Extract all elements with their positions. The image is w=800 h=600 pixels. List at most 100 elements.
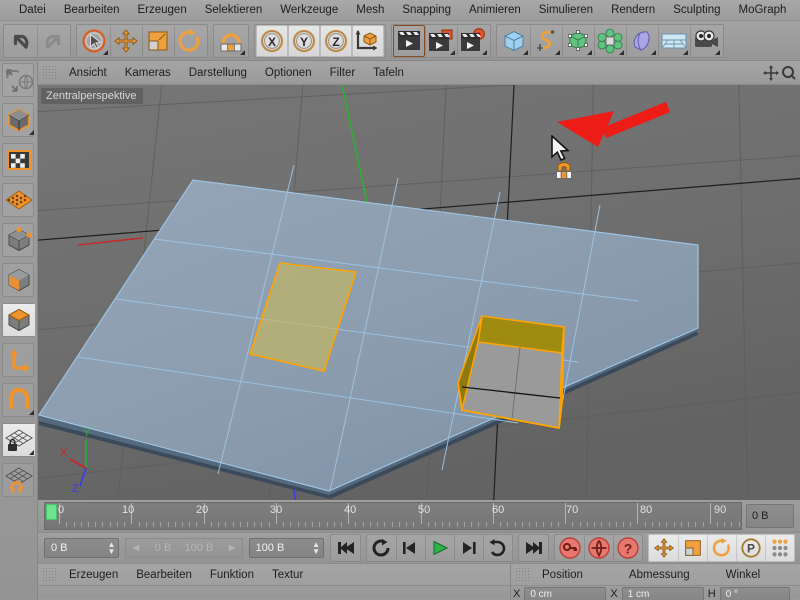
snapping-button[interactable] (215, 25, 247, 57)
move-tool-button[interactable] (110, 24, 142, 57)
step-forward-button[interactable] (454, 535, 483, 561)
menu-item-sculpting[interactable]: Sculpting (664, 0, 729, 20)
spline-button[interactable] (530, 24, 562, 57)
key-selection-button[interactable]: ? (613, 535, 642, 561)
menu-item-animieren[interactable]: Animieren (460, 0, 530, 20)
svg-text:X: X (268, 35, 276, 49)
polygons-mode-button[interactable] (3, 304, 35, 336)
play-button[interactable] (425, 535, 454, 561)
viewport-menu-optionen[interactable]: Optionen (256, 67, 321, 79)
viewport-menu-ansicht[interactable]: Ansicht (60, 67, 116, 79)
menu-item-erzeugen[interactable]: Erzeugen (128, 0, 195, 20)
edges-mode-button[interactable] (3, 224, 35, 256)
3d-viewport[interactable]: Zentralperspektive Y X Z (38, 85, 800, 500)
menu-item-werkzeuge[interactable]: Werkzeuge (271, 0, 347, 20)
timeline-tick (456, 522, 458, 527)
select-tool-button[interactable] (78, 25, 110, 57)
material-manager-body[interactable] (38, 585, 510, 599)
redo-button[interactable] (37, 24, 69, 57)
current-time-field[interactable]: 0 B ▲ ▼ (44, 538, 120, 558)
render-settings-button[interactable] (457, 24, 489, 57)
viewport-menu-tafeln[interactable]: Tafeln (364, 67, 413, 79)
timeline-current-field[interactable]: 0 B (746, 504, 794, 528)
coord-angle-h-input[interactable]: 0 ° (719, 586, 790, 600)
material-menu-bearbeiten[interactable]: Bearbeiten (127, 569, 201, 581)
go-to-end-button[interactable] (519, 535, 548, 561)
coord-size-x-input[interactable]: 1 cm (621, 586, 704, 600)
left-toolbar (0, 61, 38, 600)
axis-modify-button[interactable] (3, 344, 35, 376)
timeline-ruler[interactable]: 0 10 20 30 40 50 60 70 80 90 100 (44, 502, 742, 530)
spinner-arrows-icon[interactable]: ▲ ▼ (102, 541, 116, 556)
zoom-view-icon[interactable] (782, 64, 796, 82)
make-editable-button[interactable] (3, 104, 35, 136)
menu-item-charakter[interactable]: Charakt (795, 0, 800, 20)
nurbs-button[interactable] (562, 24, 594, 57)
environment-button[interactable] (658, 24, 690, 57)
timeline-playhead[interactable] (46, 504, 57, 520)
points-mode-button[interactable] (3, 184, 35, 216)
record-key-button[interactable] (555, 535, 584, 561)
render-view-button[interactable] (393, 24, 425, 57)
panel-grip-icon[interactable] (42, 64, 56, 81)
ngon-mode-button[interactable] (3, 264, 35, 296)
preview-range-field[interactable]: ◄ 0 B 100 B ► (125, 538, 243, 558)
rotate-tool-button[interactable] (174, 24, 206, 57)
coord-position-x-input[interactable]: 0 cm (524, 586, 607, 600)
axis-y-button[interactable]: Y (288, 24, 320, 57)
menu-item-simulieren[interactable]: Simulieren (530, 0, 602, 20)
panel-grip-icon[interactable] (515, 566, 529, 583)
viewport-menu-darstellung[interactable]: Darstellung (180, 67, 256, 79)
camera-button[interactable] (690, 24, 722, 57)
axis-z-button[interactable]: Z (320, 24, 352, 57)
range-left-arrow-icon[interactable]: ◄ (130, 542, 141, 554)
step-back-button[interactable] (396, 535, 425, 561)
menu-item-bearbeiten[interactable]: Bearbeiten (55, 0, 129, 20)
cube-primitive-button[interactable] (498, 25, 530, 57)
menu-item-selektieren[interactable]: Selektieren (196, 0, 272, 20)
viewport-menu-filter[interactable]: Filter (321, 67, 365, 79)
axis-x-button[interactable]: X (256, 24, 288, 57)
spinner-arrows-icon[interactable]: ▲ ▼ (306, 541, 320, 556)
menu-item-rendern[interactable]: Rendern (602, 0, 664, 20)
key-scale-button[interactable] (678, 535, 707, 561)
key-pla-button[interactable] (765, 535, 794, 561)
menu-item-snapping[interactable]: Snapping (393, 0, 460, 20)
menu-item-mesh[interactable]: Mesh (347, 0, 393, 20)
material-menu-funktion[interactable]: Funktion (201, 569, 263, 581)
render-to-picture-viewer-button[interactable] (425, 24, 457, 57)
menu-item-datei[interactable]: Datei (10, 0, 55, 20)
scale-tool-button[interactable] (142, 24, 174, 57)
key-position-button[interactable] (649, 535, 678, 561)
panel-grip-icon[interactable] (42, 566, 56, 583)
material-menu-erzeugen[interactable]: Erzeugen (60, 569, 127, 581)
autokey-button[interactable] (584, 535, 613, 561)
key-rotation-button[interactable] (707, 535, 736, 561)
world-coordinates-button[interactable] (352, 24, 384, 57)
viewport-canvas[interactable] (38, 85, 800, 500)
array-button[interactable] (594, 24, 626, 57)
bridge-tool-cursor-icon (556, 162, 572, 179)
viewport-menu-kameras[interactable]: Kameras (116, 67, 180, 79)
material-manager-panel: Erzeugen Bearbeiten Funktion Textur (38, 563, 511, 600)
workplane-button[interactable] (3, 464, 35, 496)
submenu-corner-icon (29, 410, 34, 415)
deformer-button[interactable] (626, 24, 658, 57)
material-menu-textur[interactable]: Textur (263, 569, 312, 581)
menu-item-mograph[interactable]: MoGraph (730, 0, 796, 20)
key-parameter-button[interactable]: P (736, 535, 765, 561)
pan-view-icon[interactable] (762, 64, 780, 82)
undo-button[interactable] (5, 25, 37, 57)
lock-workplane-button[interactable] (3, 424, 35, 456)
magnet-button[interactable] (3, 384, 35, 416)
go-to-next-key-button[interactable] (483, 535, 512, 561)
left-group-make-editable (2, 103, 34, 137)
left-group-lock-grid (2, 423, 35, 457)
undo-view-button[interactable] (3, 64, 35, 96)
loop-mode-button[interactable] (367, 535, 396, 561)
document-end-field[interactable]: 100 B ▲ ▼ (248, 538, 325, 558)
svg-text:Y: Y (300, 35, 308, 49)
texture-mode-button[interactable] (3, 144, 35, 176)
range-right-arrow-icon[interactable]: ► (227, 542, 238, 554)
go-to-start-button[interactable] (331, 535, 360, 561)
